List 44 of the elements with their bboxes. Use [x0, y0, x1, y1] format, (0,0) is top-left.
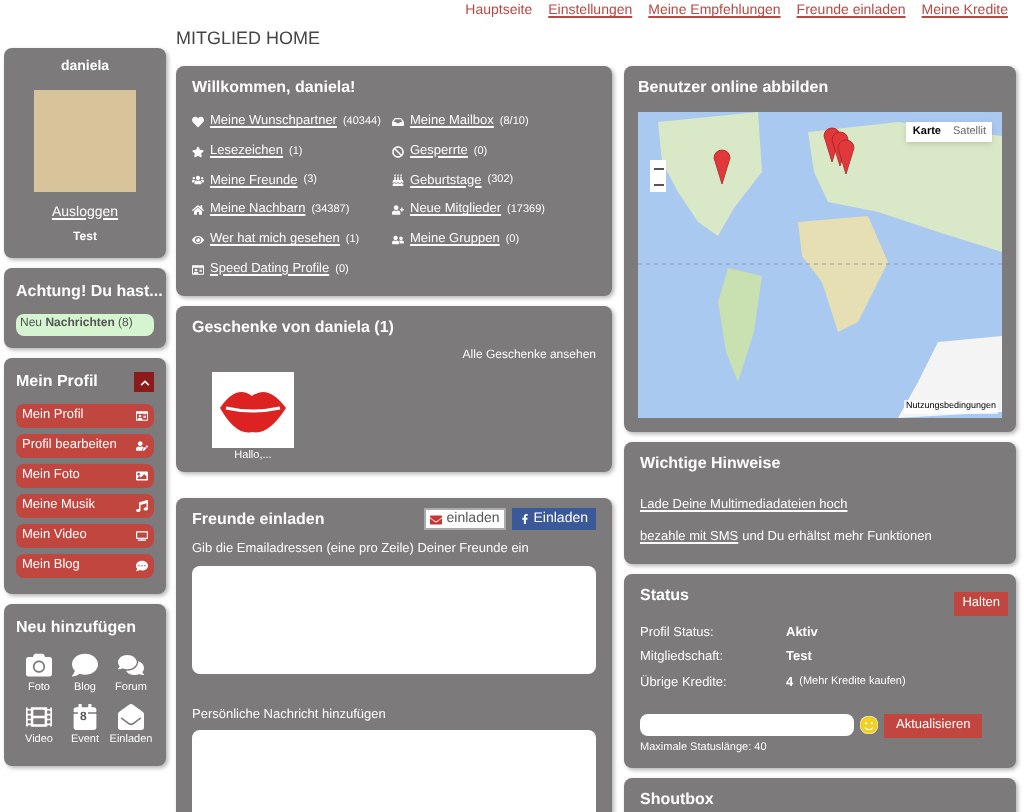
users-icon: [192, 174, 204, 187]
panel-title: Willkommen, daniela!: [192, 76, 358, 100]
heart-icon: [192, 115, 204, 128]
panel-title: Wichtige Hinweise: [640, 452, 783, 476]
caret-icon: [139, 377, 149, 387]
photo-placeholder: [34, 89, 136, 191]
personal-message-field[interactable]: [192, 730, 596, 812]
house-icon: [192, 204, 204, 217]
film-icon: [26, 704, 52, 731]
music-note-icon: [136, 500, 148, 512]
camera-icon: [26, 652, 52, 678]
envelope-icon: [430, 513, 443, 526]
status-input[interactable]: [640, 714, 854, 737]
cake-icon: [392, 174, 404, 187]
smiley-icon[interactable]: [860, 716, 878, 735]
collapse-button[interactable]: [134, 372, 154, 392]
panel-title: Mein Profil: [16, 370, 98, 394]
email-addresses-field[interactable]: [192, 565, 596, 673]
panel-title: Benutzer online abbilden: [638, 76, 831, 100]
star-icon: [192, 145, 204, 158]
panel-title: Freunde einladen: [192, 507, 325, 532]
zoom-control[interactable]: [650, 160, 666, 192]
panel-title: Neu hinzufügen: [16, 616, 138, 640]
inbox-icon: [392, 115, 404, 128]
group-icon: [392, 233, 404, 246]
panel-title: Shoutbox: [640, 788, 716, 812]
eye-icon: [192, 233, 204, 246]
panel-title: Geschenke von daniela (1): [192, 315, 396, 339]
panel-title: Status: [640, 583, 689, 607]
speech-bubble-icon: [72, 652, 98, 678]
page-title: MITGLIED HOME: [176, 26, 323, 53]
tv-icon: [136, 530, 148, 542]
speech-bubble-icon: [136, 560, 148, 572]
facebook-f-icon: [519, 514, 530, 525]
lips-drawing: [212, 371, 294, 447]
envelope-icon: [118, 704, 144, 731]
picture-icon: [136, 470, 148, 482]
user-edit-icon: [136, 440, 148, 452]
user-plus-icon: [392, 204, 404, 217]
id-card-icon: [192, 263, 204, 276]
calendar-icon: [72, 704, 98, 731]
speech-bubbles-icon: [118, 652, 144, 678]
ban-icon: [392, 145, 404, 158]
id-card-icon: [136, 410, 148, 422]
